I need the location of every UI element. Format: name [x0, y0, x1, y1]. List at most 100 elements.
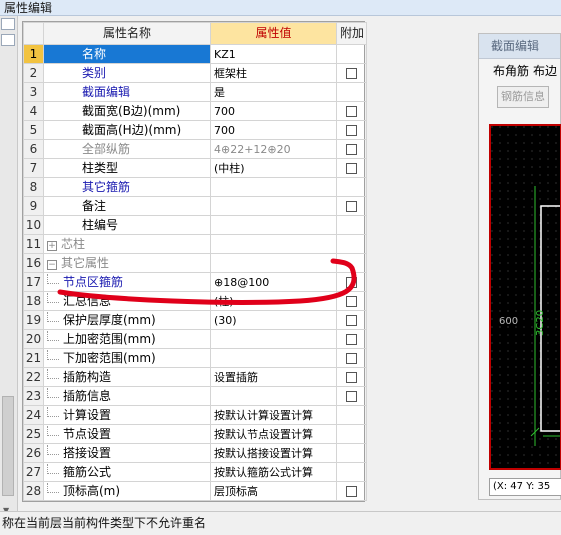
- property-name-cell[interactable]: 节点区箍筋: [43, 272, 211, 292]
- property-row[interactable]: 20 上加密范围(mm): [23, 329, 367, 349]
- property-name-cell[interactable]: 节点设置: [43, 424, 211, 444]
- property-row[interactable]: 7 柱类型 (中柱): [23, 158, 367, 178]
- property-value-cell[interactable]: [210, 348, 337, 368]
- property-row[interactable]: 6 全部纵筋 4⊕22+12⊕20: [23, 139, 367, 159]
- property-value-cell[interactable]: KZ1: [210, 44, 337, 64]
- attach-checkbox[interactable]: [346, 143, 357, 155]
- property-row[interactable]: 24 计算设置 按默认计算设置计算: [23, 405, 367, 425]
- property-name-cell[interactable]: 汇总信息: [43, 291, 211, 311]
- section-canvas[interactable]: 3C20 600: [489, 124, 561, 470]
- property-value-cell[interactable]: [210, 329, 337, 349]
- property-row[interactable]: 22 插筋构造 设置插筋: [23, 367, 367, 387]
- property-value-cell[interactable]: 层顶标高: [210, 481, 337, 501]
- property-name-cell[interactable]: 全部纵筋: [43, 139, 211, 159]
- edge-rebar-tool[interactable]: 布边: [533, 64, 557, 78]
- property-value-cell[interactable]: 4⊕22+12⊕20: [210, 139, 337, 159]
- property-name-cell[interactable]: 截面宽(B边)(mm): [43, 101, 211, 121]
- property-row[interactable]: 17 节点区箍筋 ⊕18@100: [23, 272, 367, 292]
- property-value-cell[interactable]: 是: [210, 82, 337, 102]
- property-row[interactable]: 5 截面高(H边)(mm) 700: [23, 120, 367, 140]
- property-name-cell[interactable]: 柱类型: [43, 158, 211, 178]
- toolbar-icon-1[interactable]: [1, 18, 15, 30]
- toolbar-icon-2[interactable]: [1, 34, 15, 46]
- attach-checkbox[interactable]: [346, 276, 357, 288]
- expand-icon[interactable]: +: [47, 240, 57, 251]
- scrollbar-thumb[interactable]: [2, 396, 14, 496]
- property-name-cell[interactable]: 下加密范围(mm): [43, 348, 211, 368]
- property-value-cell[interactable]: (柱): [210, 291, 337, 311]
- property-name-cell[interactable]: 截面编辑: [43, 82, 211, 102]
- property-row[interactable]: 16− 其它属性: [23, 253, 367, 273]
- property-row[interactable]: 11 + 芯柱: [23, 234, 367, 254]
- property-name-cell[interactable]: 其它箍筋: [43, 177, 211, 197]
- property-value-cell[interactable]: (中柱): [210, 158, 337, 178]
- property-value-cell[interactable]: 按默认节点设置计算: [210, 424, 337, 444]
- property-value-cell[interactable]: [210, 196, 337, 216]
- property-name-cell[interactable]: 备注: [43, 196, 211, 216]
- attach-checkbox[interactable]: [346, 67, 357, 79]
- property-value-cell[interactable]: 框架柱: [210, 63, 337, 83]
- property-row[interactable]: 8 其它箍筋: [23, 177, 367, 197]
- property-row[interactable]: 18 汇总信息 (柱): [23, 291, 367, 311]
- property-name-cell[interactable]: 计算设置: [43, 405, 211, 425]
- collapse-icon[interactable]: −: [47, 259, 57, 270]
- property-value-cell[interactable]: 按默认搭接设置计算: [210, 443, 337, 463]
- attach-checkbox[interactable]: [346, 333, 357, 345]
- property-row[interactable]: 19 保护层厚度(mm) (30): [23, 310, 367, 330]
- property-row[interactable]: 25 节点设置 按默认节点设置计算: [23, 424, 367, 444]
- attach-checkbox[interactable]: [346, 105, 357, 117]
- property-value-cell[interactable]: [210, 215, 337, 235]
- property-value-cell[interactable]: 700: [210, 101, 337, 121]
- property-name-cell[interactable]: 柱编号: [43, 215, 211, 235]
- property-name-cell[interactable]: 箍筋公式: [43, 462, 211, 482]
- property-row[interactable]: 1 名称 KZ1: [23, 44, 367, 64]
- property-value-cell[interactable]: 按默认计算设置计算: [210, 405, 337, 425]
- attach-checkbox[interactable]: [346, 314, 357, 326]
- property-value-cell[interactable]: [210, 234, 337, 254]
- property-value-cell[interactable]: 700: [210, 120, 337, 140]
- section-editor-toolbar: 布角筋 布边: [479, 59, 560, 83]
- property-name-cell[interactable]: 搭接设置: [43, 443, 211, 463]
- column-header-extra[interactable]: 附加: [336, 22, 367, 45]
- property-value-cell[interactable]: (30): [210, 310, 337, 330]
- property-name-cell[interactable]: 类别: [43, 63, 211, 83]
- property-name-cell[interactable]: 插筋构造: [43, 367, 211, 387]
- property-row[interactable]: 28 顶标高(m) 层顶标高: [23, 481, 367, 501]
- attach-checkbox[interactable]: [346, 162, 357, 174]
- property-row[interactable]: 4 截面宽(B边)(mm) 700: [23, 101, 367, 121]
- property-value-cell[interactable]: 按默认箍筋公式计算: [210, 462, 337, 482]
- tab-rebar-info[interactable]: 钢筋信息: [497, 86, 549, 108]
- property-row[interactable]: 23 插筋信息: [23, 386, 367, 406]
- property-value-cell[interactable]: [210, 177, 337, 197]
- property-name-cell[interactable]: 插筋信息: [43, 386, 211, 406]
- property-name-cell[interactable]: 名称: [43, 44, 211, 64]
- property-row[interactable]: 10 柱编号: [23, 215, 367, 235]
- property-row[interactable]: 9 备注: [23, 196, 367, 216]
- property-name-cell[interactable]: + 芯柱: [43, 234, 211, 254]
- property-row[interactable]: 27 箍筋公式 按默认箍筋公式计算: [23, 462, 367, 482]
- attach-checkbox[interactable]: [346, 352, 357, 364]
- property-row[interactable]: 2 类别 框架柱: [23, 63, 367, 83]
- attach-checkbox[interactable]: [346, 200, 357, 212]
- attach-checkbox[interactable]: [346, 485, 357, 497]
- attach-checkbox[interactable]: [346, 124, 357, 136]
- property-row[interactable]: 26 搭接设置 按默认搭接设置计算: [23, 443, 367, 463]
- property-value-cell[interactable]: [210, 253, 337, 273]
- property-name-cell[interactable]: 顶标高(m): [43, 481, 211, 501]
- property-value-cell[interactable]: ⊕18@100: [210, 272, 337, 292]
- property-row[interactable]: 21 下加密范围(mm): [23, 348, 367, 368]
- column-header-value[interactable]: 属性值: [210, 22, 337, 45]
- property-name-cell[interactable]: − 其它属性: [43, 253, 211, 273]
- property-value-cell[interactable]: 设置插筋: [210, 367, 337, 387]
- property-name-cell[interactable]: 上加密范围(mm): [43, 329, 211, 349]
- attach-checkbox[interactable]: [346, 295, 357, 307]
- property-value-cell[interactable]: [210, 386, 337, 406]
- attach-checkbox[interactable]: [346, 371, 357, 383]
- corner-rebar-tool[interactable]: 布角筋: [493, 64, 529, 78]
- property-row[interactable]: 3 截面编辑 是: [23, 82, 367, 102]
- property-name-cell[interactable]: 截面高(H边)(mm): [43, 120, 211, 140]
- column-header-name[interactable]: 属性名称: [43, 22, 211, 45]
- property-name-cell[interactable]: 保护层厚度(mm): [43, 310, 211, 330]
- section-editor-panel: 截面编辑 布角筋 布边 钢筋信息 3C20 600 (X: 47 Y: 35: [478, 33, 561, 500]
- attach-checkbox[interactable]: [346, 390, 357, 402]
